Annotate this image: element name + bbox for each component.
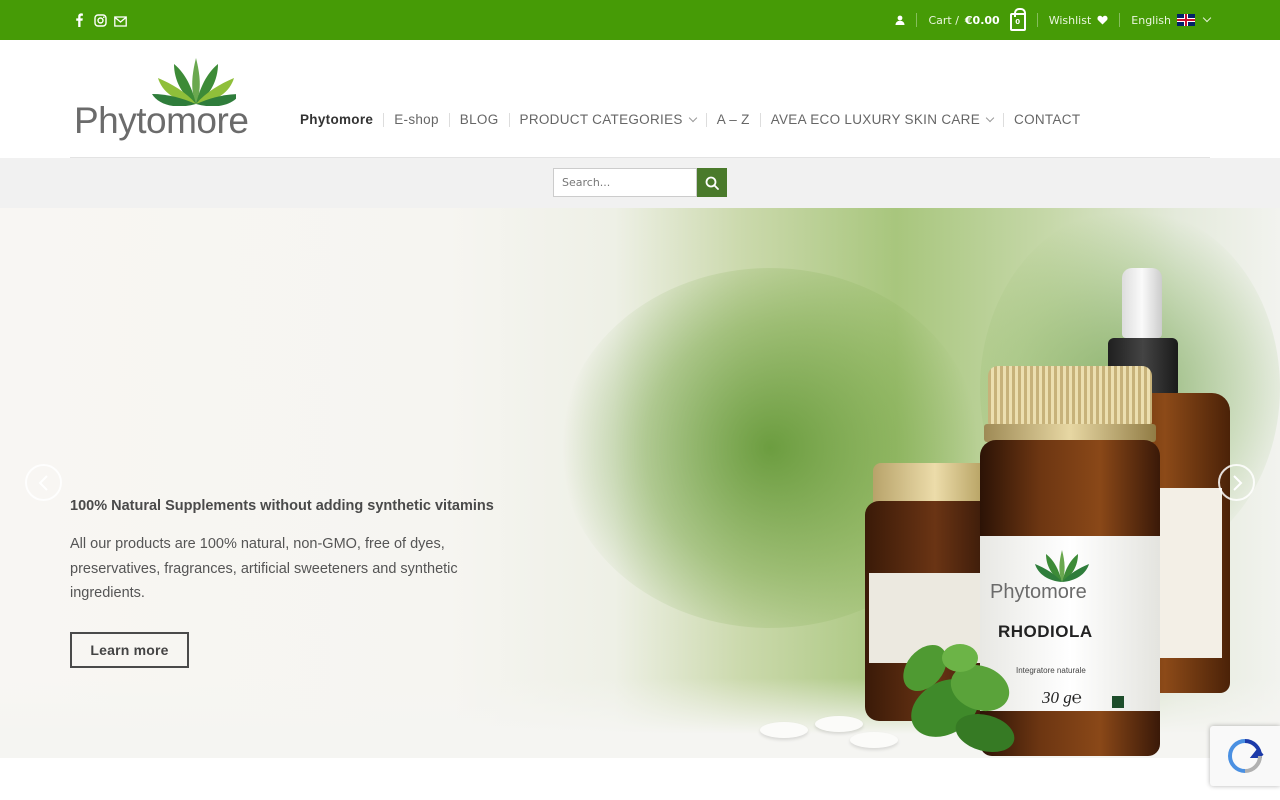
nav-item-avea[interactable]: AVEA ECO LUXURY SKIN CARE — [771, 112, 995, 127]
search-bar — [0, 158, 1280, 208]
chevron-down-icon — [1202, 13, 1212, 23]
cart-link[interactable]: Cart / €0.00 0 — [928, 7, 1026, 31]
slide-title: 100% Natural Supplements without adding … — [70, 498, 494, 514]
top-bar-right: Cart / €0.00 0 Wishlist English — [895, 0, 1212, 40]
nav-item-a-z[interactable]: A – Z — [717, 112, 750, 127]
search-input[interactable] — [553, 168, 697, 197]
cart-count: 0 — [1015, 17, 1021, 26]
top-bar: Cart / €0.00 0 Wishlist English — [0, 0, 1280, 40]
product-weight: 30 g℮ — [1042, 688, 1082, 707]
language-label: English — [1131, 13, 1171, 27]
nav-item-product-categories[interactable]: PRODUCT CATEGORIES — [520, 112, 697, 127]
chevron-down-icon — [688, 113, 697, 122]
slider-prev-button[interactable] — [25, 464, 62, 501]
uk-flag-icon — [1177, 14, 1195, 26]
recaptcha-icon — [1227, 739, 1264, 773]
recaptcha-badge[interactable] — [1210, 726, 1280, 786]
label-mark — [1112, 696, 1124, 708]
search-button[interactable] — [697, 168, 727, 197]
shopping-bag-icon: 0 — [1009, 7, 1026, 31]
wishlist-label: Wishlist — [1048, 13, 1092, 27]
slider-next-button[interactable] — [1218, 464, 1255, 501]
slide-content: 100% Natural Supplements without adding … — [70, 498, 510, 606]
main-nav: Phytomore E-shop BLOG PRODUCT CATEGORIES… — [300, 112, 1080, 127]
nav-item-eshop[interactable]: E-shop — [394, 112, 439, 127]
tablet-image — [760, 722, 808, 738]
product-brand: Phytomore — [990, 581, 1087, 603]
chevron-left-icon — [38, 474, 48, 491]
nav-item-contact[interactable]: CONTACT — [1014, 112, 1080, 127]
tablet-image — [815, 716, 863, 732]
mint-leaves-image — [903, 644, 1015, 753]
nav-item-phytomore[interactable]: Phytomore — [300, 112, 373, 127]
leaf-logo-icon — [1035, 550, 1089, 582]
learn-more-button[interactable]: Learn more — [70, 632, 189, 668]
instagram-icon[interactable] — [94, 12, 107, 27]
site-header: Phytomore Phytomore E-shop BLOG PRODUCT … — [0, 40, 1280, 158]
search-icon — [705, 176, 719, 190]
chevron-right-icon — [1232, 474, 1242, 491]
logo-wordmark: Phytomore — [74, 100, 249, 141]
language-switcher[interactable]: English — [1131, 13, 1212, 27]
hero-slider: Phytomore RHODIOLA Integratore naturale … — [0, 208, 1280, 758]
chevron-down-icon — [985, 113, 995, 122]
cart-total: €0.00 — [964, 13, 1000, 27]
envelope-icon[interactable] — [114, 12, 127, 27]
leaf-logo-icon — [152, 58, 236, 106]
facebook-icon[interactable] — [74, 12, 86, 27]
site-logo[interactable]: Phytomore — [74, 56, 249, 142]
social-links — [74, 12, 127, 27]
tablet-image — [850, 732, 898, 748]
nav-item-blog[interactable]: BLOG — [460, 112, 499, 127]
user-icon[interactable] — [895, 15, 905, 25]
wishlist-link[interactable]: Wishlist — [1049, 14, 1109, 27]
cart-label: Cart / — [928, 13, 959, 27]
slide-description: All our products are 100% natural, non-G… — [70, 536, 458, 601]
heart-icon — [1097, 15, 1108, 25]
